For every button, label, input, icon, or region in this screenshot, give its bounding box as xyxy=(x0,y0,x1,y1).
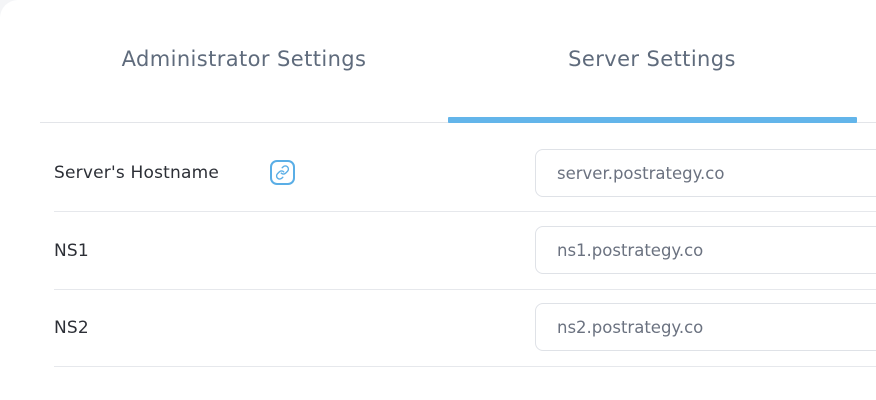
ns1-input[interactable] xyxy=(535,226,876,274)
ns1-label: NS1 xyxy=(54,240,89,261)
settings-tabs: Administrator Settings Server Settings xyxy=(40,0,876,123)
ns2-row: NS2 xyxy=(54,289,876,367)
hostname-label: Server's Hostname xyxy=(54,163,219,183)
settings-card: Administrator Settings Server Settings S… xyxy=(0,0,876,400)
tab-server-settings[interactable]: Server Settings xyxy=(448,0,856,122)
tab-administrator-settings[interactable]: Administrator Settings xyxy=(40,0,448,122)
active-tab-indicator xyxy=(448,117,857,123)
ns1-row: NS1 xyxy=(54,212,876,290)
link-icon[interactable] xyxy=(270,160,295,185)
ns2-input[interactable] xyxy=(535,303,876,351)
ns2-label: NS2 xyxy=(54,317,89,338)
hostname-row: Server's Hostname xyxy=(54,135,876,212)
hostname-input[interactable] xyxy=(535,149,876,197)
